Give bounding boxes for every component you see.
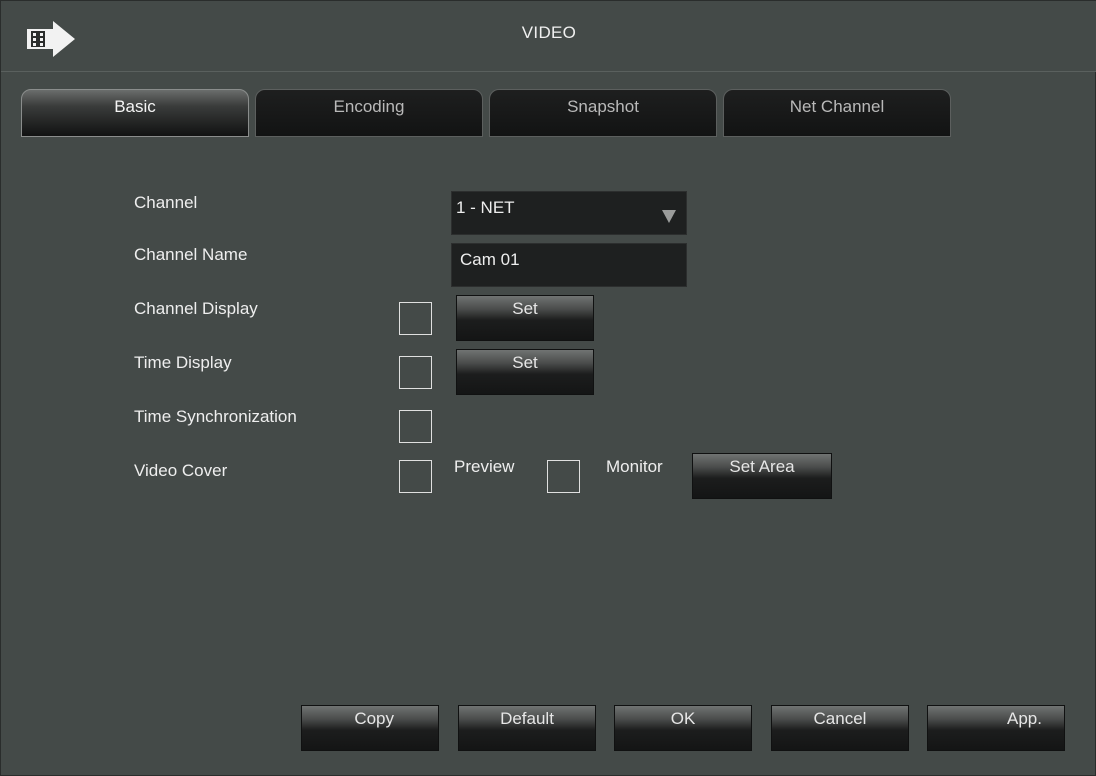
video-settings-window: VIDEO Basic Encoding Snapshot Net Channe… (0, 0, 1096, 776)
channel-select[interactable]: 1 - NET (451, 191, 687, 235)
time-display-checkbox[interactable] (399, 356, 432, 389)
ok-button[interactable]: OK (614, 705, 752, 751)
time-sync-label: Time Synchronization (134, 407, 297, 426)
time-display-set-label: Set (512, 353, 538, 372)
preview-label: Preview (454, 457, 515, 476)
copy-button[interactable]: Copy (301, 705, 439, 751)
apply-button-label: App. (1007, 709, 1042, 728)
channel-display-set-label: Set (512, 299, 538, 318)
channel-select-value: 1 - NET (456, 198, 515, 217)
set-area-label: Set Area (729, 457, 795, 476)
chevron-down-icon (662, 210, 676, 223)
video-cover-label: Video Cover (134, 461, 228, 480)
video-cover-checkbox[interactable] (399, 460, 432, 493)
set-area-button[interactable]: Set Area (692, 453, 832, 499)
default-button[interactable]: Default (458, 705, 596, 751)
title-bar: VIDEO (1, 1, 1096, 72)
tab-net-channel[interactable]: Net Channel (723, 89, 951, 137)
channel-name-input[interactable]: Cam 01 (451, 243, 687, 287)
cancel-button[interactable]: Cancel (771, 705, 909, 751)
time-display-label: Time Display (134, 353, 232, 372)
channel-name-label: Channel Name (134, 245, 248, 264)
monitor-label: Monitor (606, 457, 663, 476)
time-display-set-button[interactable]: Set (456, 349, 594, 395)
time-sync-checkbox[interactable] (399, 410, 432, 443)
tab-basic[interactable]: Basic (21, 89, 249, 137)
tab-snapshot[interactable]: Snapshot (489, 89, 717, 137)
cancel-button-label: Cancel (813, 709, 867, 728)
copy-button-label: Copy (354, 709, 394, 728)
channel-display-set-button[interactable]: Set (456, 295, 594, 341)
channel-label: Channel (134, 193, 198, 212)
default-button-label: Default (500, 709, 554, 728)
channel-display-checkbox[interactable] (399, 302, 432, 335)
tab-bar: Basic Encoding Snapshot Net Channel (21, 89, 961, 137)
ok-button-label: OK (670, 709, 696, 728)
channel-display-label: Channel Display (134, 299, 258, 318)
tab-encoding[interactable]: Encoding (255, 89, 483, 137)
preview-checkbox[interactable] (547, 460, 580, 493)
apply-button[interactable]: App. (927, 705, 1065, 751)
window-title: VIDEO (521, 23, 577, 42)
